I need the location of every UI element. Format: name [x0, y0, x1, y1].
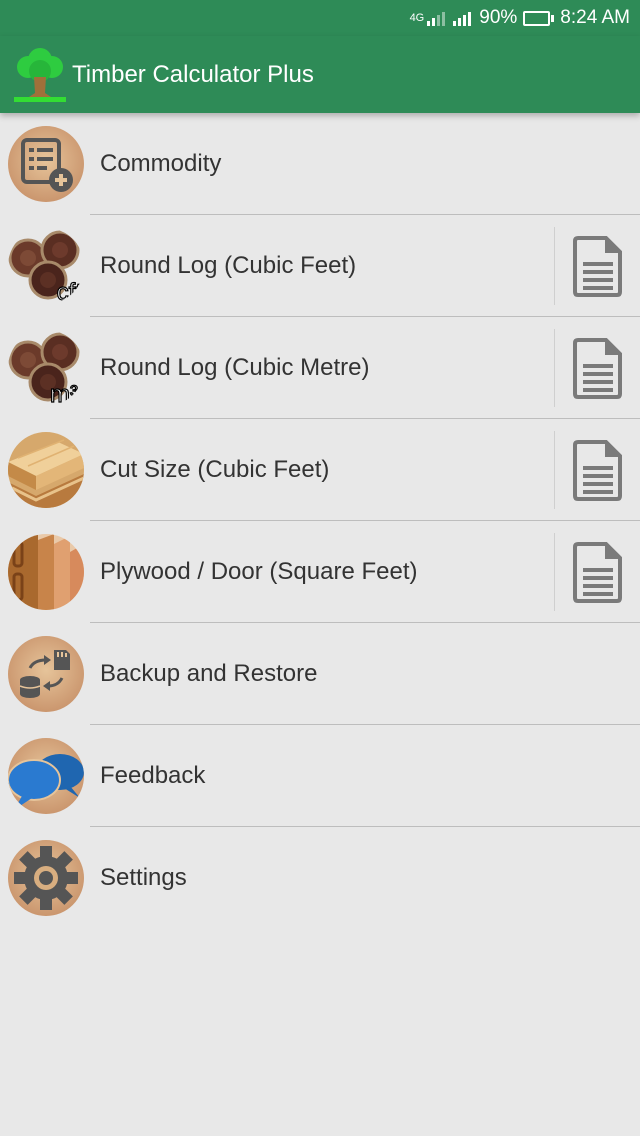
cut-size-wood-icon [8, 432, 84, 508]
signal-icon-1 [427, 10, 447, 26]
menu-item-label: Settings [100, 864, 187, 891]
document-icon [572, 338, 622, 399]
plywood-door-icon [8, 534, 84, 610]
menu-item-label: Feedback [100, 762, 206, 789]
menu-item-cut-size[interactable]: Cut Size (Cubic Feet) [0, 419, 640, 521]
report-button-round-log-m3[interactable] [554, 329, 640, 407]
menu-item-feedback[interactable]: Feedback [0, 725, 640, 827]
menu-item-label: Cut Size (Cubic Feet) [100, 456, 330, 483]
battery-icon [523, 10, 555, 26]
menu-item-commodity[interactable]: Commodity [0, 113, 640, 215]
feedback-chat-icon [8, 738, 84, 814]
menu-item-plywood-door[interactable]: Plywood / Door (Square Feet) [0, 521, 640, 623]
menu-item-label: Commodity [100, 150, 222, 177]
round-log-m3-icon: m³ [8, 330, 84, 406]
document-icon [572, 236, 622, 297]
app-bar: Timber Calculator Plus [0, 36, 640, 113]
commodity-list-icon [8, 126, 84, 202]
tree-icon [14, 47, 66, 102]
document-icon [572, 542, 622, 603]
menu-item-label: Round Log (Cubic Metre) [100, 354, 370, 381]
menu-item-backup-restore[interactable]: Backup and Restore [0, 623, 640, 725]
m3-text: m³ [50, 381, 78, 406]
cft-text: cft [57, 279, 83, 304]
menu-item-label: Plywood / Door (Square Feet) [100, 558, 418, 585]
settings-gear-icon [8, 840, 84, 916]
network-type: 4G [409, 12, 425, 24]
menu-item-settings[interactable]: Settings [0, 827, 640, 929]
report-button-round-log-cft[interactable] [554, 227, 640, 305]
menu-item-label: Round Log (Cubic Feet) [100, 252, 357, 279]
menu-item-round-log-cft[interactable]: cft Round Log (Cubic Feet) [0, 215, 640, 317]
battery-percent: 90% [479, 7, 518, 28]
report-button-plywood-door[interactable] [554, 533, 640, 611]
menu-item-round-log-m3[interactable]: m³ Round Log (Cubic Metre) [0, 317, 640, 419]
status-bar: 4G 90% 8:24 AM [0, 0, 640, 36]
document-icon [572, 440, 622, 501]
app-title: Timber Calculator Plus [72, 60, 314, 88]
round-log-cft-icon: cft [8, 228, 84, 304]
backup-restore-icon [8, 636, 84, 712]
report-button-cut-size[interactable] [554, 431, 640, 509]
menu-list: Commodity cft Round Log (Cubic Feet) m³ … [0, 113, 640, 929]
clock: 8:24 AM [560, 7, 630, 28]
signal-icon-2 [453, 10, 473, 26]
menu-item-label: Backup and Restore [100, 660, 318, 687]
